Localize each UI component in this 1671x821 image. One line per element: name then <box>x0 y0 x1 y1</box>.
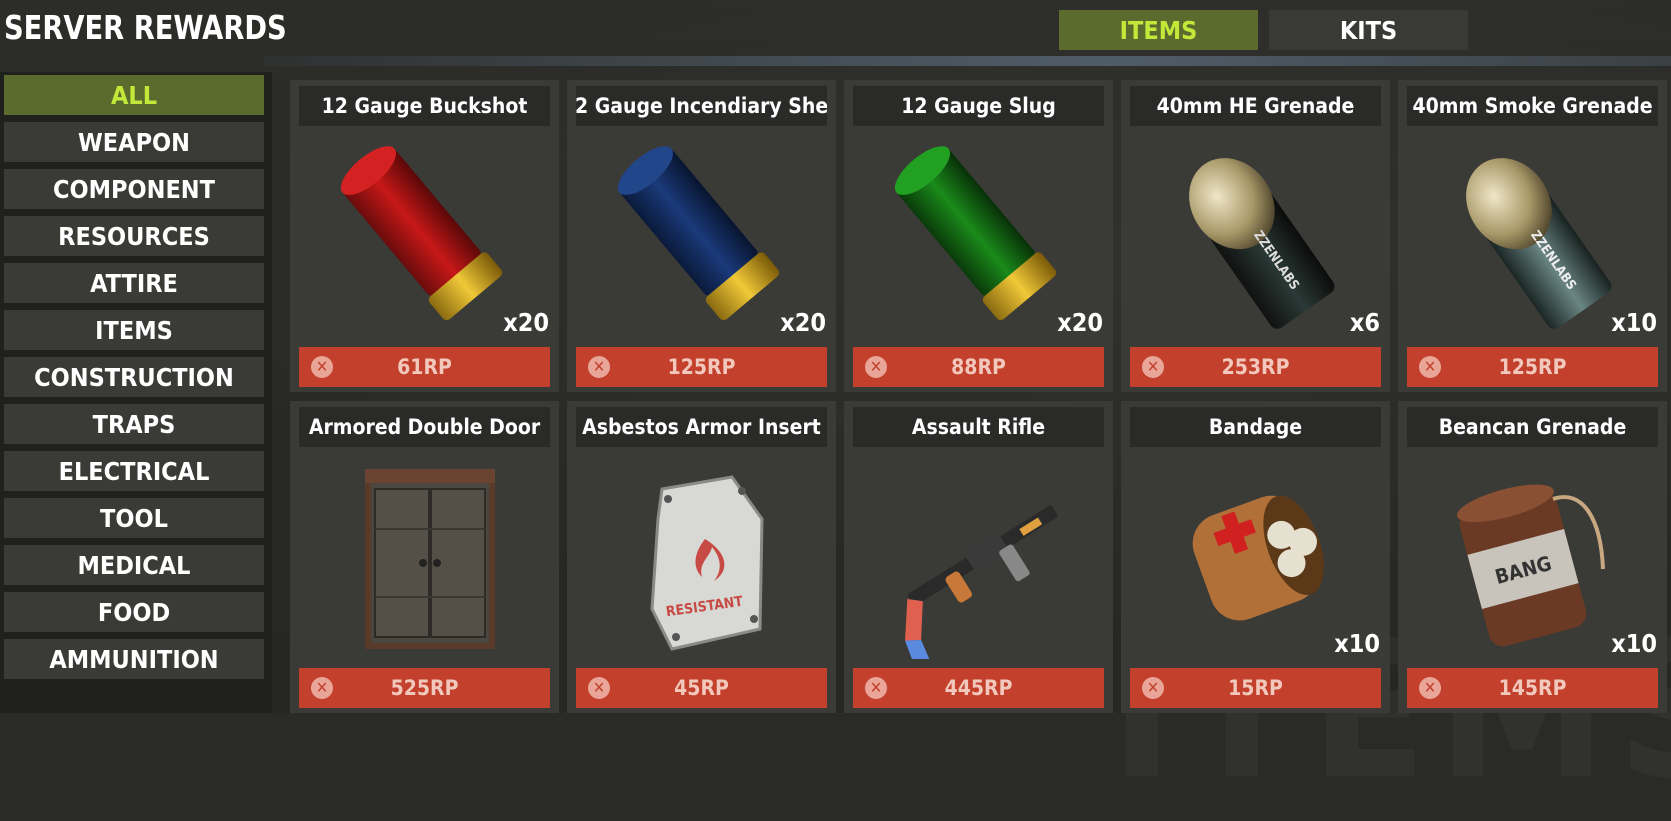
item-name: 12 Gauge Incendiary Shell <box>576 86 827 126</box>
item-quantity: x10 <box>1334 629 1380 658</box>
remove-icon[interactable]: ✕ <box>1419 356 1441 378</box>
item-name: Armored Double Door <box>299 407 550 447</box>
item-price-button[interactable]: ✕ 445RP <box>853 668 1104 708</box>
category-medical[interactable]: MEDICAL <box>4 545 264 585</box>
item-card[interactable]: Armored Double Door ✕ 525RP <box>290 401 559 713</box>
item-card[interactable]: Asbestos Armor Insert RESISTANT ✕ 45RP <box>567 401 836 713</box>
item-card[interactable]: Bandage x10 ✕ 15RP <box>1121 401 1390 713</box>
category-resources[interactable]: RESOURCES <box>4 216 264 256</box>
item-name: Assault Rifle <box>853 407 1104 447</box>
remove-icon[interactable]: ✕ <box>865 677 887 699</box>
item-price-button[interactable]: ✕ 15RP <box>1130 668 1381 708</box>
item-price: 525RP <box>390 676 459 700</box>
item-name: 12 Gauge Slug <box>853 86 1104 126</box>
category-ammunition[interactable]: AMMUNITION <box>4 639 264 679</box>
item-card[interactable]: Beancan Grenade BANG x10 ✕ 145RP <box>1398 401 1667 713</box>
bandage-icon <box>1151 459 1361 659</box>
header-divider <box>264 56 1671 66</box>
item-quantity: x20 <box>780 308 826 337</box>
armor-insert-icon: RESISTANT <box>597 459 807 659</box>
category-electrical[interactable]: ELECTRICAL <box>4 451 264 491</box>
item-name: 12 Gauge Buckshot <box>299 86 550 126</box>
category-all[interactable]: ALL <box>4 75 264 115</box>
item-name: 40mm HE Grenade <box>1130 86 1381 126</box>
item-quantity: x10 <box>1611 629 1657 658</box>
item-name: Beancan Grenade <box>1407 407 1658 447</box>
item-price: 45RP <box>674 676 729 700</box>
assault-rifle-icon <box>874 459 1084 670</box>
item-price: 88RP <box>951 355 1006 379</box>
item-quantity: x10 <box>1611 308 1657 337</box>
category-weapon[interactable]: WEAPON <box>4 122 264 162</box>
item-price-button[interactable]: ✕ 525RP <box>299 668 550 708</box>
item-card[interactable]: 40mm HE Grenade ZZENLABS x6 ✕ 253RP <box>1121 80 1390 392</box>
item-card[interactable]: 12 Gauge Slug x20 ✕ 88RP <box>844 80 1113 392</box>
remove-icon[interactable]: ✕ <box>588 356 610 378</box>
item-price-button[interactable]: ✕ 145RP <box>1407 668 1658 708</box>
remove-icon[interactable]: ✕ <box>588 677 610 699</box>
remove-icon[interactable]: ✕ <box>865 356 887 378</box>
item-price-button[interactable]: ✕ 61RP <box>299 347 550 387</box>
page-title: SERVER REWARDS <box>4 8 287 47</box>
item-quantity: x20 <box>1057 308 1103 337</box>
category-attire[interactable]: ATTIRE <box>4 263 264 303</box>
armored-door-icon <box>320 459 530 659</box>
item-price-button[interactable]: ✕ 125RP <box>1407 347 1658 387</box>
green-shotgun-shell-icon <box>874 138 1084 338</box>
beancan-grenade-icon: BANG <box>1428 459 1638 659</box>
item-name: Bandage <box>1130 407 1381 447</box>
item-name: Asbestos Armor Insert <box>576 407 827 447</box>
category-tool[interactable]: TOOL <box>4 498 264 538</box>
smoke-grenade-round-icon: ZZENLABS <box>1428 138 1638 338</box>
blue-shotgun-shell-icon <box>597 138 807 338</box>
item-price: 125RP <box>1498 355 1567 379</box>
item-price: 445RP <box>944 676 1013 700</box>
category-food[interactable]: FOOD <box>4 592 264 632</box>
tab-items[interactable]: ITEMS <box>1059 10 1258 50</box>
item-price: 125RP <box>667 355 736 379</box>
grenade-round-icon: ZZENLABS <box>1151 138 1361 338</box>
remove-icon[interactable]: ✕ <box>1142 677 1164 699</box>
category-sidebar: ALL WEAPON COMPONENT RESOURCES ATTIRE IT… <box>0 72 272 713</box>
item-name: 40mm Smoke Grenade <box>1407 86 1658 126</box>
item-card[interactable]: 40mm Smoke Grenade ZZENLABS x10 ✕ 125RP <box>1398 80 1667 392</box>
item-price: 15RP <box>1228 676 1283 700</box>
remove-icon[interactable]: ✕ <box>1142 356 1164 378</box>
category-traps[interactable]: TRAPS <box>4 404 264 444</box>
item-card[interactable]: 12 Gauge Buckshot x20 ✕ 61RP <box>290 80 559 392</box>
tab-kits-label: KITS <box>1339 15 1398 45</box>
item-price: 61RP <box>397 355 452 379</box>
item-price-button[interactable]: ✕ 45RP <box>576 668 827 708</box>
item-quantity: x6 <box>1349 308 1380 337</box>
item-price-button[interactable]: ✕ 125RP <box>576 347 827 387</box>
item-quantity: x20 <box>503 308 549 337</box>
remove-icon[interactable]: ✕ <box>311 356 333 378</box>
item-price-button[interactable]: ✕ 253RP <box>1130 347 1381 387</box>
item-card[interactable]: Assault Rifle ✕ 445RP <box>844 401 1113 713</box>
remove-icon[interactable]: ✕ <box>1419 677 1441 699</box>
remove-icon[interactable]: ✕ <box>311 677 333 699</box>
item-price-button[interactable]: ✕ 88RP <box>853 347 1104 387</box>
tab-items-label: ITEMS <box>1119 15 1198 45</box>
red-shotgun-shell-icon <box>320 138 530 338</box>
category-construction[interactable]: CONSTRUCTION <box>4 357 264 397</box>
item-card[interactable]: 12 Gauge Incendiary Shell x20 ✕ 125RP <box>567 80 836 392</box>
category-component[interactable]: COMPONENT <box>4 169 264 209</box>
category-items[interactable]: ITEMS <box>4 310 264 350</box>
item-price: 253RP <box>1221 355 1290 379</box>
item-price: 145RP <box>1498 676 1567 700</box>
tab-kits[interactable]: KITS <box>1269 10 1468 50</box>
